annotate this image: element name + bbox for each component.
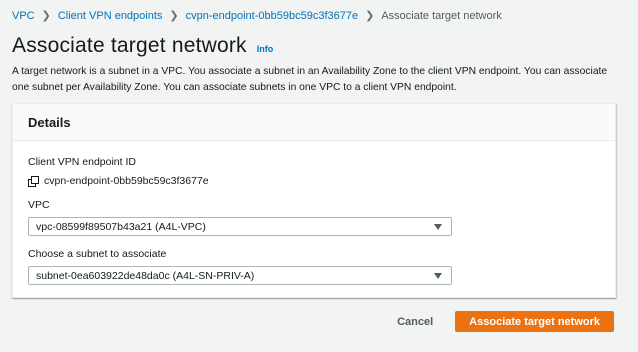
info-link[interactable]: Info (257, 44, 274, 54)
endpoint-id-row: cvpn-endpoint-0bb59bc59c3f3677e (28, 175, 209, 187)
copy-icon[interactable] (28, 175, 39, 187)
chevron-right-icon: ❯ (365, 10, 375, 22)
vpc-select[interactable]: vpc-08599f89507b43a21 (A4L-VPC) (28, 217, 452, 236)
chevron-right-icon: ❯ (41, 10, 51, 22)
caret-down-icon (434, 224, 442, 230)
breadcrumb-current: Associate target network (381, 10, 502, 22)
details-card-header: Details (13, 104, 615, 141)
endpoint-id-label: Client VPN endpoint ID (28, 156, 136, 168)
subnet-select[interactable]: subnet-0ea603922de48da0c (A4L-SN-PRIV-A) (28, 266, 452, 285)
breadcrumb: VPC ❯ Client VPN endpoints ❯ cvpn-endpoi… (12, 9, 502, 23)
details-card: Details Client VPN endpoint ID cvpn-endp… (12, 103, 616, 298)
details-title: Details (28, 114, 71, 130)
page-description: A target network is a subnet in a VPC. Y… (12, 66, 608, 93)
cancel-button[interactable]: Cancel (397, 316, 433, 328)
breadcrumb-client-vpn-endpoints[interactable]: Client VPN endpoints (58, 9, 163, 23)
endpoint-id-value: cvpn-endpoint-0bb59bc59c3f3677e (44, 175, 209, 187)
associate-target-network-button[interactable]: Associate target network (455, 311, 614, 332)
breadcrumb-vpc[interactable]: VPC (12, 9, 35, 23)
page-title: Associate target network (12, 34, 247, 57)
vpc-label: VPC (28, 199, 50, 211)
chevron-right-icon: ❯ (169, 10, 179, 22)
title-row: Associate target network Info (12, 33, 273, 59)
subnet-label: Choose a subnet to associate (28, 248, 167, 260)
breadcrumb-endpoint[interactable]: cvpn-endpoint-0bb59bc59c3f3677e (186, 9, 358, 23)
vpc-select-value: vpc-08599f89507b43a21 (A4L-VPC) (36, 220, 206, 233)
form-actions: Cancel Associate target network (397, 311, 614, 332)
caret-down-icon (434, 273, 442, 279)
subnet-select-value: subnet-0ea603922de48da0c (A4L-SN-PRIV-A) (36, 269, 255, 282)
